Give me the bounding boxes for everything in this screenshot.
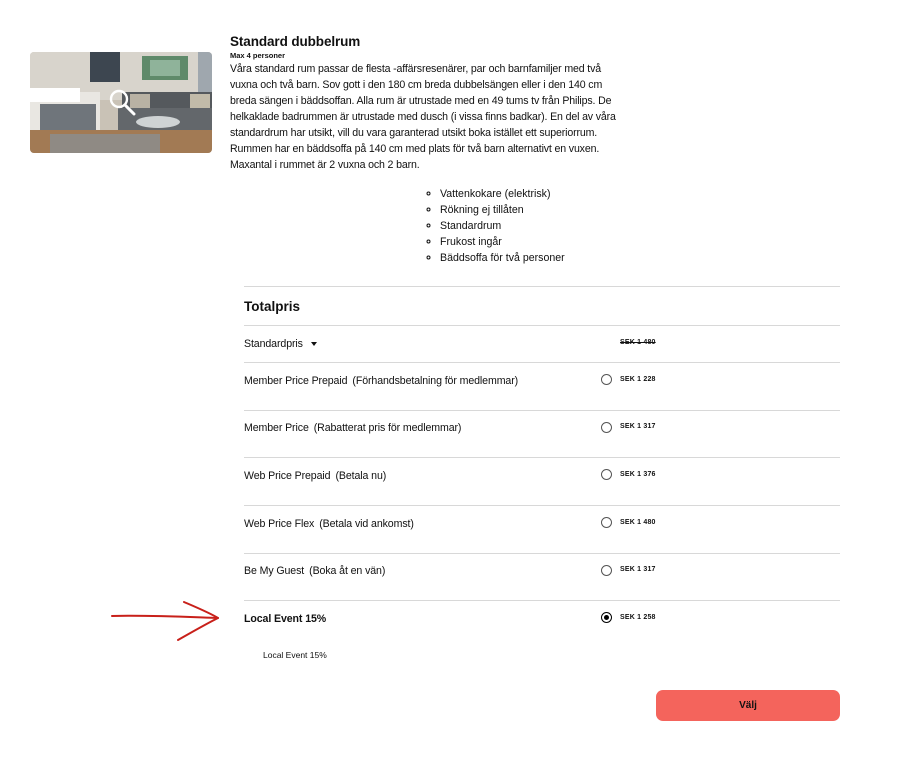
rate-detail: (Förhandsbetalning för medlemmar): [352, 375, 519, 387]
divider: [244, 553, 840, 554]
rate-option-local-event[interactable]: Local Event 15%: [244, 613, 326, 625]
rate-name: Member Price Prepaid: [244, 375, 348, 387]
divider: [244, 505, 840, 506]
amenity-item: Frukost ingår: [440, 234, 565, 250]
rate-radio[interactable]: [601, 517, 612, 528]
divider: [244, 362, 840, 363]
divider: [244, 457, 840, 458]
rate-radio[interactable]: [601, 422, 612, 433]
rate-price: SEK 1 228: [620, 376, 656, 383]
rate-radio[interactable]: [601, 374, 612, 385]
rate-option-be-my-guest[interactable]: Be My Guest (Boka åt en vän): [244, 565, 385, 577]
room-photo[interactable]: [30, 52, 212, 153]
rate-radio[interactable]: [601, 469, 612, 480]
standard-price-toggle[interactable]: Standardpris: [244, 338, 317, 350]
rate-option-web-price-prepaid[interactable]: Web Price Prepaid (Betala nu): [244, 470, 386, 482]
rate-name: Web Price Prepaid: [244, 470, 331, 482]
selected-rate-note: Local Event 15%: [263, 650, 327, 660]
rate-detail: (Boka åt en vän): [309, 565, 386, 577]
rate-detail: (Rabatterat pris för medlemmar): [313, 422, 462, 434]
rate-option-member-price-prepaid[interactable]: Member Price Prepaid (Förhandsbetalning f…: [244, 375, 518, 387]
rate-option-member-price[interactable]: Member Price (Rabatterat pris för medlemm…: [244, 422, 461, 434]
rate-option-web-price-flex[interactable]: Web Price Flex (Betala vid ankomst): [244, 518, 414, 530]
rate-price: SEK 1 480: [620, 519, 656, 526]
divider: [244, 410, 840, 411]
rate-name: Web Price Flex: [244, 518, 315, 530]
amenity-item: Bäddsoffa för två personer: [440, 250, 565, 266]
caret-down-icon[interactable]: [310, 342, 317, 347]
amenities-list: Vattenkokare (elektrisk) Rökning ej till…: [427, 186, 565, 266]
room-description: Våra standard rum passar de flesta -affä…: [230, 63, 616, 171]
amenity-item: Rökning ej tillåten: [440, 202, 565, 218]
total-price-heading: Totalpris: [244, 299, 301, 314]
amenity-item: Standardrum: [440, 218, 565, 234]
rate-price: SEK 1 317: [620, 566, 656, 573]
rate-detail: (Betala vid ankomst): [319, 518, 414, 530]
room-capacity: Max 4 personer: [230, 51, 286, 60]
rate-name: Be My Guest: [244, 565, 305, 577]
rate-name: Local Event 15%: [244, 613, 327, 625]
rate-radio-selected[interactable]: [601, 612, 612, 623]
rate-name: Member Price: [244, 422, 309, 434]
standard-price-label: Standardpris: [244, 338, 303, 350]
divider: [244, 600, 840, 601]
amenity-item: Vattenkokare (elektrisk): [440, 186, 565, 202]
rate-price: SEK 1 376: [620, 471, 656, 478]
magnifier-icon[interactable]: [108, 88, 136, 116]
rate-detail: (Betala nu): [335, 470, 387, 482]
divider: [244, 325, 840, 326]
standard-price-value: SEK 1 480: [620, 339, 656, 346]
select-button[interactable]: Välj: [656, 690, 840, 721]
rate-price: SEK 1 317: [620, 423, 656, 430]
red-arrow-annotation: [111, 601, 219, 641]
rate-price: SEK 1 258: [620, 614, 656, 621]
rate-radio[interactable]: [601, 565, 612, 576]
divider: [244, 286, 840, 287]
room-title: Standard dubbelrum: [230, 34, 361, 49]
